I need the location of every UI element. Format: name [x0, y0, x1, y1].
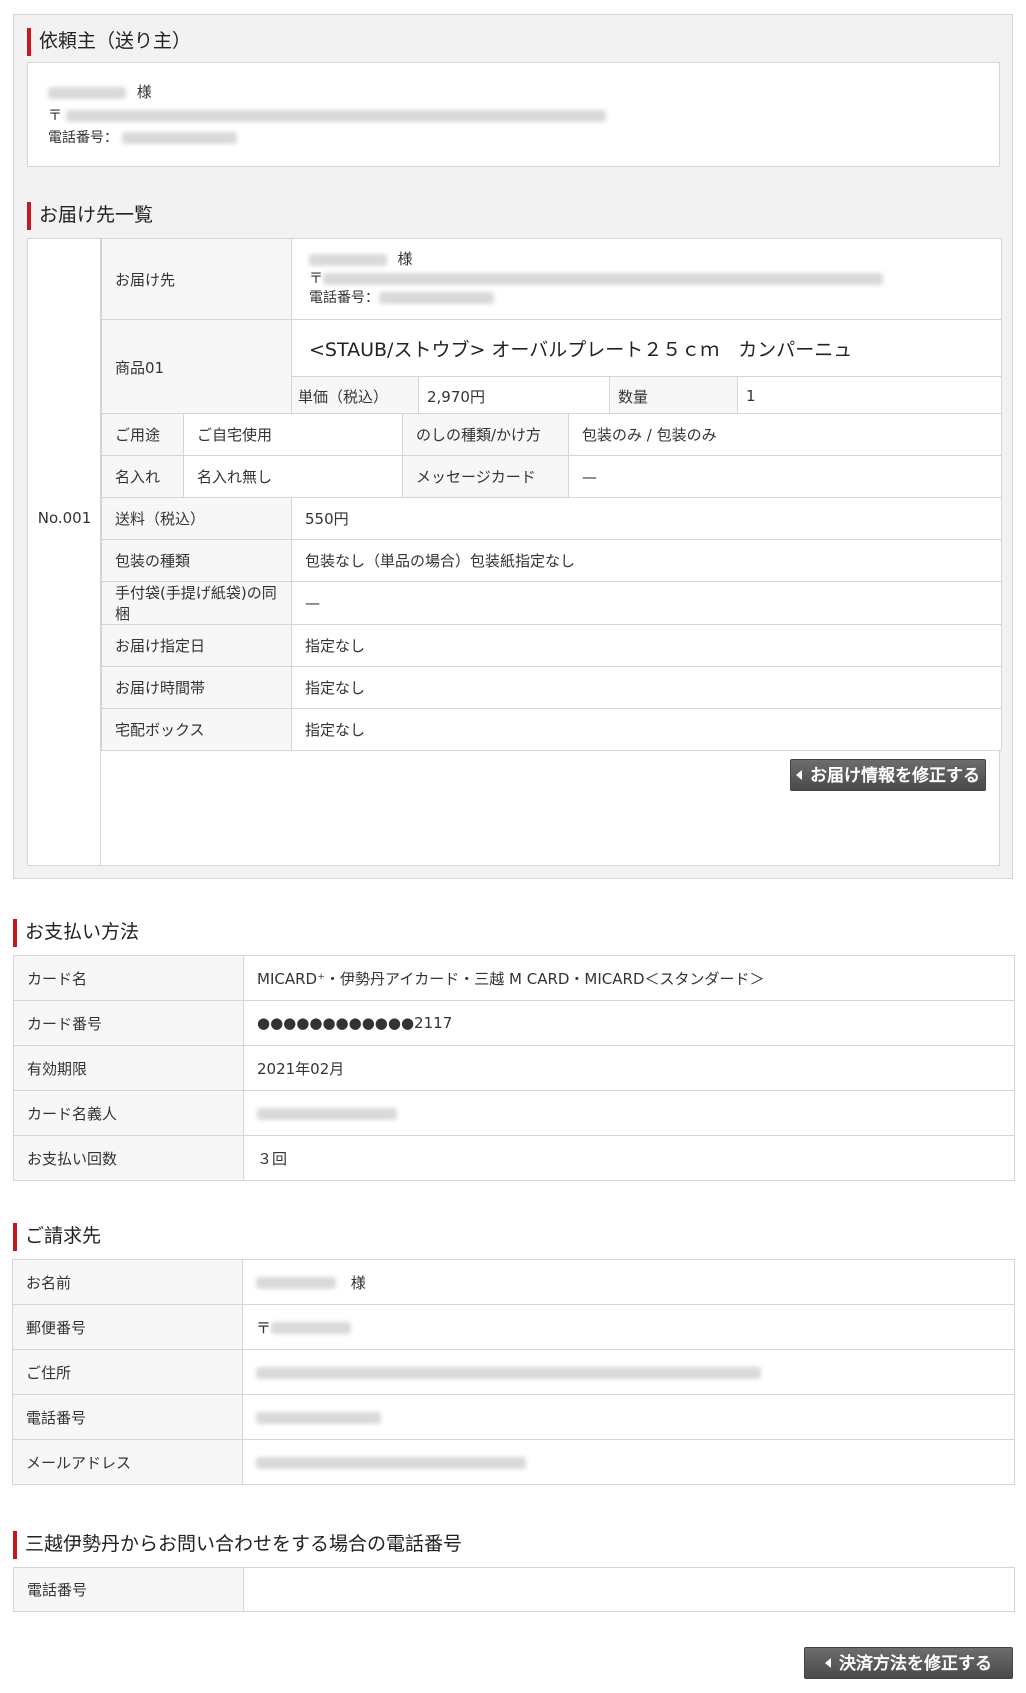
billing-section-title: ご請求先 [13, 1222, 101, 1251]
contact-phone-value [243, 1567, 1015, 1612]
billing-email-redacted [256, 1456, 526, 1469]
billing-table: お名前 様 郵便番号〒 ご住所 電話番号 メールアドレス [12, 1259, 1015, 1485]
noshi-value: 包装のみ / 包装のみ [568, 413, 1002, 456]
detail-row-value: — [291, 581, 1002, 625]
detail-row-label: お届け時間帯 [101, 666, 292, 709]
billing-address-label: ご住所 [12, 1349, 243, 1395]
detail-row-value: 指定なし [291, 708, 1002, 751]
billing-address-value [242, 1349, 1015, 1395]
billing-phone-value [242, 1394, 1015, 1440]
billing-name-honorific: 様 [350, 1273, 366, 1292]
card-number-value: ●●●●●●●●●●●●2117 [243, 1000, 1015, 1046]
message-card-label: メッセージカード [402, 455, 569, 498]
destination-number: No.001 [37, 509, 92, 527]
sender-address-line: 〒 [48, 105, 607, 125]
sender-name-redacted [48, 86, 126, 99]
detail-row-value: 指定なし [291, 624, 1002, 667]
shipping-details-table: 送料（税込） 550円 包装の種類 包装なし（単品の場合）包装紙指定なし 手付袋(手… [101, 497, 1002, 751]
sender-address-redacted [66, 110, 607, 122]
billing-phone-redacted [256, 1411, 381, 1424]
card-holder-value [243, 1090, 1015, 1136]
edit-payment-button-label: 決済方法を修正する [839, 1654, 992, 1674]
gift-options-table: ご用途 ご自宅使用 のしの種類/かけ方 包装のみ / 包装のみ 名入れ 名入れ無… [101, 413, 1002, 498]
arrow-left-icon [825, 1658, 831, 1668]
detail-row-label: お届け指定日 [101, 624, 292, 667]
message-card-value: — [568, 455, 1002, 498]
card-holder-redacted [257, 1107, 397, 1120]
billing-name-label: お名前 [12, 1259, 243, 1305]
destination-number-col: No.001 [28, 239, 101, 865]
card-number-label: カード番号 [13, 1000, 244, 1046]
sender-honorific: 様 [136, 83, 152, 101]
sender-postal-mark: 〒 [48, 108, 62, 124]
quantity-label: 数量 [609, 376, 738, 416]
expiry-value: 2021年02月 [243, 1045, 1015, 1091]
sender-box: 様 〒 電話番号： [27, 62, 1000, 167]
recipient-product-table: お届け先 様 〒 電話番号： 商品01 <STAUB/ストウブ> オーバルプレー… [101, 238, 1002, 416]
billing-postal-mark: 〒 [256, 1318, 272, 1337]
contact-phone-label: 電話番号 [13, 1567, 244, 1612]
recipient-value: 様 〒 電話番号： [291, 238, 1002, 320]
detail-row-value: 指定なし [291, 666, 1002, 709]
recipient-phone-redacted [379, 292, 494, 304]
recipient-label: お届け先 [101, 238, 292, 320]
billing-postal-label: 郵便番号 [12, 1304, 243, 1350]
unit-price-value: 2,970円 [418, 376, 610, 416]
edit-delivery-button-label: お届け情報を修正する [810, 766, 980, 786]
edit-delivery-button[interactable]: お届け情報を修正する [790, 759, 986, 791]
billing-address-redacted [256, 1366, 761, 1379]
detail-row-value: 包装なし（単品の場合）包装紙指定なし [291, 539, 1002, 582]
billing-postal-redacted [271, 1322, 352, 1334]
billing-email-value [242, 1439, 1015, 1485]
name-label: 名入れ [101, 455, 184, 498]
unit-price-label: 単価（税込） [291, 376, 419, 416]
recipient-postal-mark: 〒 [309, 271, 323, 287]
detail-row-label: 包装の種類 [101, 539, 292, 582]
detail-row-label: 送料（税込） [101, 497, 292, 540]
billing-name-redacted [256, 1277, 336, 1289]
product-name: <STAUB/ストウブ> オーバルプレート２５ｃｍ カンパーニュ [291, 319, 1002, 377]
sender-phone-redacted [122, 132, 238, 144]
billing-postal-value: 〒 [242, 1304, 1015, 1350]
sender-phone-label: 電話番号： [48, 130, 118, 146]
card-name-value: MICARD⁺・伊勢丹アイカード・三越 M CARD・MICARD＜スタンダード… [243, 955, 1015, 1001]
recipient-phone-label: 電話番号： [309, 290, 379, 306]
destination-box: No.001 お届け先 様 〒 電話番号： 商品01 <STAUB/ストウブ> … [27, 238, 1002, 866]
payment-table: カード名 MICARD⁺・伊勢丹アイカード・三越 M CARD・MICARD＜スタ… [13, 955, 1015, 1181]
detail-row-label: 手付袋(手提げ紙袋)の同梱 [101, 581, 292, 625]
sender-section-title: 依頼主（送り主） [27, 27, 191, 56]
noshi-label: のしの種類/かけ方 [402, 413, 569, 456]
installments-value: ３回 [243, 1135, 1015, 1181]
billing-phone-label: 電話番号 [12, 1394, 243, 1440]
recipient-honorific: 様 [397, 250, 413, 268]
destinations-section-title: お届け先一覧 [27, 201, 153, 230]
recipient-address-redacted [323, 273, 883, 285]
detail-row-value: 550円 [291, 497, 1002, 540]
card-holder-label: カード名義人 [13, 1090, 244, 1136]
billing-email-label: メールアドレス [12, 1439, 243, 1485]
edit-payment-button[interactable]: 決済方法を修正する [804, 1647, 1013, 1679]
usage-label: ご用途 [101, 413, 184, 456]
sender-phone-line: 電話番号： [48, 127, 238, 147]
name-value: 名入れ無し [183, 455, 403, 498]
expiry-label: 有効期限 [13, 1045, 244, 1091]
usage-value: ご自宅使用 [183, 413, 403, 456]
order-confirm-panel: 依頼主（送り主） 様 〒 電話番号： お届け先一覧 No.001 お届け先 様 [13, 14, 1013, 879]
recipient-name-redacted [309, 254, 387, 266]
contact-table: 電話番号 [13, 1567, 1015, 1612]
card-name-label: カード名 [13, 955, 244, 1001]
quantity-value: 1 [737, 376, 1002, 416]
payment-section-title: お支払い方法 [13, 918, 139, 947]
billing-name-value: 様 [242, 1259, 1015, 1305]
arrow-left-icon [796, 770, 802, 780]
sender-name-line: 様 [48, 81, 152, 102]
detail-row-label: 宅配ボックス [101, 708, 292, 751]
installments-label: お支払い回数 [13, 1135, 244, 1181]
contact-section-title: 三越伊勢丹からお問い合わせをする場合の電話番号 [13, 1530, 462, 1559]
product-label: 商品01 [101, 319, 292, 416]
